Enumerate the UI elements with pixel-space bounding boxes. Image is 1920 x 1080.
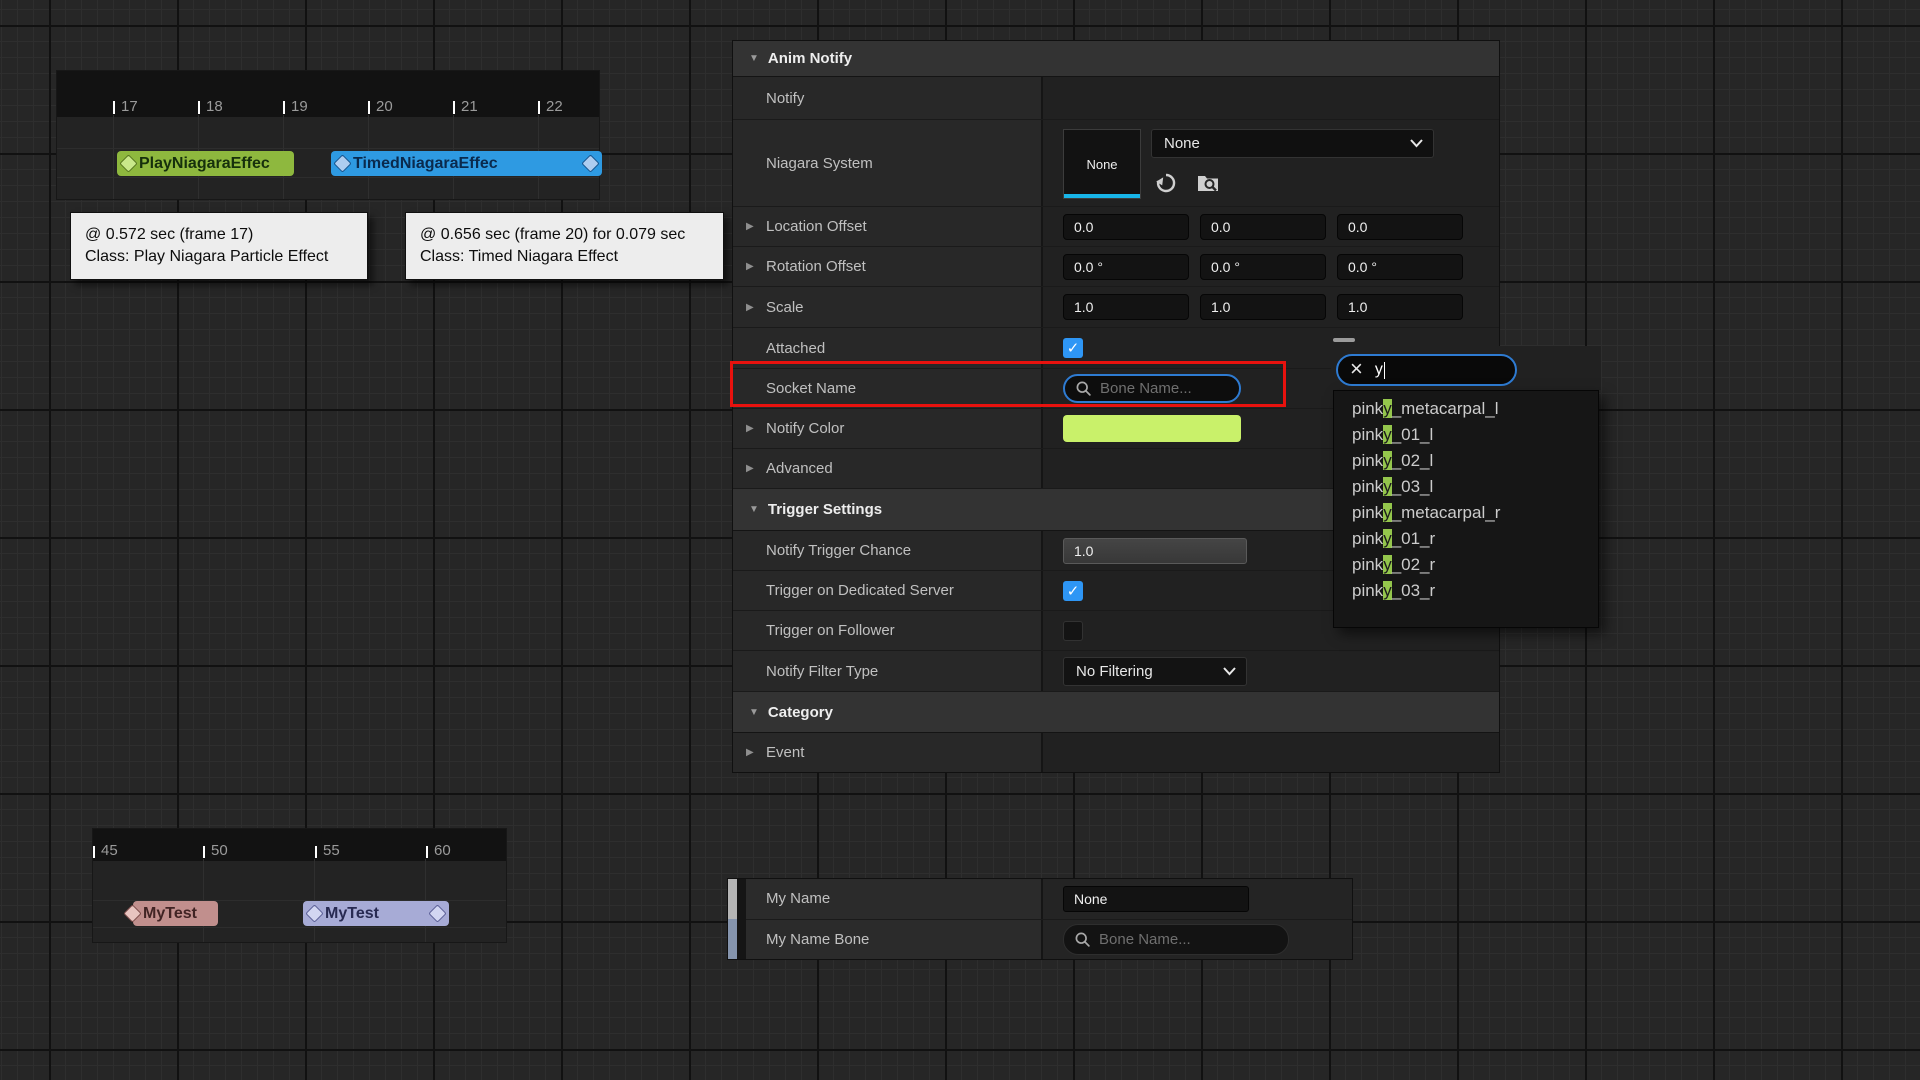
chevron-down-icon xyxy=(1223,667,1236,676)
use-selected-asset-icon xyxy=(1154,171,1178,195)
check-icon: ✓ xyxy=(1067,582,1080,600)
bone-suggestion-item[interactable]: pinky_01_l xyxy=(1334,422,1598,448)
clear-search-icon[interactable]: × xyxy=(1350,359,1363,379)
row-rotation-offset: ▶ Rotation Offset 0.0 ° 0.0 ° 0.0 ° xyxy=(733,247,1499,287)
timeline-ruler-bottom[interactable]: 45 50 55 60 xyxy=(93,829,506,861)
row-scale: ▶ Scale 1.0 1.0 1.0 xyxy=(733,287,1499,328)
bone-suggestion-item[interactable]: pinky_metacarpal_l xyxy=(1334,396,1598,422)
follower-checkbox[interactable] xyxy=(1063,621,1083,641)
row-my-name-bone: My Name Bone Bone Name... xyxy=(746,920,1352,960)
expand-triangle-icon[interactable]: ▶ xyxy=(746,423,754,434)
search-icon xyxy=(1074,931,1091,948)
my-name-bone-search-input[interactable]: Bone Name... xyxy=(1063,924,1289,955)
niagara-asset-thumbnail[interactable]: None xyxy=(1063,129,1141,199)
check-icon: ✓ xyxy=(1067,339,1080,357)
notify-tooltip-play: @ 0.572 sec (frame 17) Class: Play Niaga… xyxy=(70,212,368,280)
search-query-text: y xyxy=(1375,361,1383,379)
row-notify-filter-type: Notify Filter Type No Filtering xyxy=(733,651,1499,692)
notify-filter-type-combo[interactable]: No Filtering xyxy=(1063,657,1247,686)
section-header-category[interactable]: ▼ Category xyxy=(733,692,1499,733)
socket-name-highlight-box xyxy=(730,361,1286,407)
notify-diamond-icon[interactable] xyxy=(305,904,323,922)
thumbnail-underline xyxy=(1064,194,1140,198)
row-niagara-system: Niagara System None None xyxy=(733,120,1499,207)
expand-triangle-icon[interactable]: ▶ xyxy=(746,221,754,232)
bone-suggestion-item[interactable]: pinky_metacarpal_r xyxy=(1334,500,1598,526)
panel-scrollbar[interactable] xyxy=(728,879,737,959)
collapse-triangle-icon[interactable]: ▼ xyxy=(749,504,759,515)
location-z-field[interactable]: 0.0 xyxy=(1337,214,1463,240)
expand-triangle-icon[interactable]: ▶ xyxy=(746,747,754,758)
folder-search-icon xyxy=(1196,171,1220,195)
notify-marker-timed-niagara[interactable]: TimedNiagaraEffec xyxy=(331,151,602,176)
use-selected-asset-button[interactable] xyxy=(1153,170,1179,196)
bone-suggestion-item[interactable]: pinky_01_r xyxy=(1334,526,1598,552)
my-name-field[interactable]: None xyxy=(1063,886,1249,912)
niagara-asset-combo[interactable]: None xyxy=(1151,129,1434,158)
notify-diamond-icon[interactable] xyxy=(119,154,137,172)
notify-track-lane-top[interactable]: PlayNiagaraEffec TimedNiagaraEffec xyxy=(57,115,599,199)
dedicated-server-checkbox[interactable]: ✓ xyxy=(1063,581,1083,601)
rotation-x-field[interactable]: 0.0 ° xyxy=(1063,254,1189,280)
notify-diamond-icon[interactable] xyxy=(333,154,351,172)
scale-z-field[interactable]: 1.0 xyxy=(1337,294,1463,320)
row-event: ▶ Event xyxy=(733,733,1499,772)
notify-diamond-icon[interactable] xyxy=(123,904,141,922)
scale-x-field[interactable]: 1.0 xyxy=(1063,294,1189,320)
row-notify: Notify xyxy=(733,77,1499,120)
notify-track-top: 17 18 19 20 21 22 PlayNiagaraEffec Timed… xyxy=(56,70,600,200)
tooltip-class-line: Class: Play Niagara Particle Effect xyxy=(85,246,353,268)
notify-end-diamond-icon[interactable] xyxy=(428,904,446,922)
notify-marker-play-niagara[interactable]: PlayNiagaraEffec xyxy=(117,151,294,176)
tooltip-time-line: @ 0.572 sec (frame 17) xyxy=(85,224,353,246)
bone-suggestion-item[interactable]: pinky_03_l xyxy=(1334,474,1598,500)
expand-triangle-icon[interactable]: ▶ xyxy=(746,302,754,313)
trigger-chance-field[interactable]: 1.0 xyxy=(1063,538,1247,564)
notify-track-lane-bottom[interactable]: MyTest MyTest xyxy=(93,859,506,942)
chevron-down-icon xyxy=(1410,139,1423,148)
collapse-triangle-icon[interactable]: ▼ xyxy=(749,707,759,718)
collapse-triangle-icon[interactable]: ▼ xyxy=(749,53,759,64)
location-x-field[interactable]: 0.0 xyxy=(1063,214,1189,240)
tooltip-time-line: @ 0.656 sec (frame 20) for 0.079 sec xyxy=(420,224,709,246)
bone-suggestion-item[interactable]: pinky_02_l xyxy=(1334,448,1598,474)
text-caret xyxy=(1384,362,1385,379)
attached-checkbox[interactable]: ✓ xyxy=(1063,338,1083,358)
bone-suggestion-list[interactable]: pinky_metacarpal_lpinky_01_lpinky_02_lpi… xyxy=(1333,390,1599,628)
notify-end-diamond-icon[interactable] xyxy=(581,154,599,172)
popup-grip xyxy=(1333,338,1355,342)
notify-marker-mytest-2[interactable]: MyTest xyxy=(303,901,449,926)
notify-marker-mytest-1[interactable]: MyTest xyxy=(133,901,218,926)
tooltip-class-line: Class: Timed Niagara Effect xyxy=(420,246,709,268)
timeline-ruler-top[interactable]: 17 18 19 20 21 22 xyxy=(57,71,599,117)
notify-color-swatch[interactable] xyxy=(1063,415,1241,442)
rotation-y-field[interactable]: 0.0 ° xyxy=(1200,254,1326,280)
bottom-property-panel: My Name None My Name Bone Bone Name... xyxy=(727,878,1353,960)
browse-to-asset-button[interactable] xyxy=(1195,170,1221,196)
notify-track-bottom: 45 50 55 60 MyTest MyTest xyxy=(92,828,507,943)
notify-tooltip-timed: @ 0.656 sec (frame 20) for 0.079 sec Cla… xyxy=(405,212,724,280)
row-location-offset: ▶ Location Offset 0.0 0.0 0.0 xyxy=(733,207,1499,247)
scale-y-field[interactable]: 1.0 xyxy=(1200,294,1326,320)
expand-triangle-icon[interactable]: ▶ xyxy=(746,463,754,474)
rotation-z-field[interactable]: 0.0 ° xyxy=(1337,254,1463,280)
bone-suggestion-item[interactable]: pinky_02_r xyxy=(1334,552,1598,578)
bone-suggestion-item[interactable]: pinky_03_r xyxy=(1334,578,1598,604)
expand-triangle-icon[interactable]: ▶ xyxy=(746,261,754,272)
row-my-name: My Name None xyxy=(746,879,1352,920)
location-y-field[interactable]: 0.0 xyxy=(1200,214,1326,240)
bone-search-input[interactable]: × y xyxy=(1336,354,1517,386)
anim-graph-canvas[interactable]: 17 18 19 20 21 22 PlayNiagaraEffec Timed… xyxy=(0,0,1920,1080)
section-header-anim-notify[interactable]: ▼ Anim Notify xyxy=(733,41,1499,77)
